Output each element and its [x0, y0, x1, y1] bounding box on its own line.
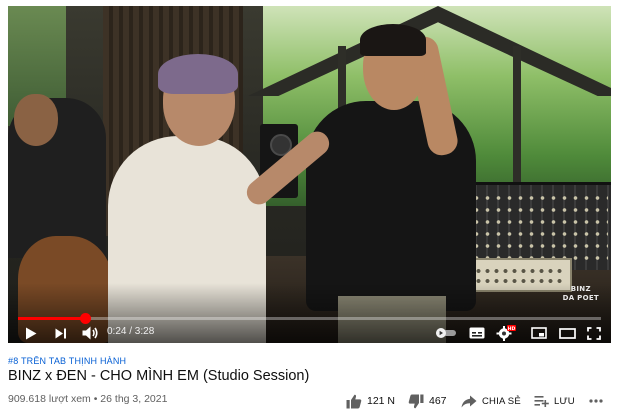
- play-icon: [26, 327, 37, 339]
- dislike-count: 467: [429, 395, 447, 407]
- video-title: BINZ x ĐEN - CHO MÌNH EM (Studio Session…: [8, 368, 310, 384]
- more-actions-button[interactable]: [589, 392, 603, 410]
- next-button[interactable]: [53, 324, 69, 342]
- play-button[interactable]: [22, 324, 40, 342]
- channel-watermark: BINZ DA POET: [563, 285, 599, 303]
- miniplayer-button[interactable]: [529, 324, 549, 342]
- settings-button[interactable]: HD: [495, 324, 517, 342]
- captions-icon: [469, 327, 485, 339]
- volume-button[interactable]: [80, 324, 100, 342]
- progress-bar[interactable]: [18, 313, 601, 324]
- progress-played: [18, 317, 86, 320]
- time-display: 0:24 / 3:28: [107, 326, 155, 337]
- next-icon: [55, 328, 66, 338]
- action-bar: 121 N 467 CHIA SẺ LƯU: [0, 392, 620, 412]
- save-label: LƯU: [554, 395, 575, 407]
- video-player[interactable]: BINZ DA POET 0:24 / 3:28 HD: [8, 6, 611, 343]
- add-to-playlist-icon: [534, 395, 549, 407]
- fullscreen-button[interactable]: [584, 324, 604, 342]
- share-icon: [461, 395, 477, 407]
- dislike-button[interactable]: 467: [408, 392, 447, 410]
- trending-tag-link[interactable]: #8 TRÊN TAB THỊNH HÀNH: [8, 356, 126, 366]
- like-count: 121 N: [367, 395, 396, 407]
- watermark-line2: DA POET: [562, 294, 599, 302]
- fullscreen-icon: [587, 326, 601, 340]
- theater-mode-button[interactable]: [557, 324, 577, 342]
- captions-button[interactable]: [467, 324, 487, 342]
- share-label: CHIA SẺ: [482, 395, 521, 407]
- player-controls: 0:24 / 3:28 HD: [8, 322, 611, 343]
- frame-person-mid-hat: [158, 54, 238, 94]
- share-button[interactable]: CHIA SẺ: [461, 392, 521, 410]
- frame-person-right-hair: [360, 24, 426, 56]
- more-icon: [589, 399, 603, 403]
- watermark-line1: BINZ: [570, 285, 591, 293]
- thumbs-up-icon: [346, 394, 362, 408]
- thumbs-down-icon: [408, 394, 424, 408]
- autoplay-toggle[interactable]: [434, 324, 458, 342]
- volume-icon: [82, 326, 98, 340]
- autoplay-toggle-icon: [436, 328, 456, 338]
- theater-mode-icon: [558, 327, 576, 339]
- save-button[interactable]: LƯU: [534, 392, 575, 410]
- frame-person-left-head: [14, 94, 58, 146]
- video-frame[interactable]: [8, 6, 611, 343]
- miniplayer-icon: [531, 327, 547, 339]
- settings-gear-icon: HD: [496, 325, 516, 341]
- like-button[interactable]: 121 N: [346, 392, 395, 410]
- settings-badge: HD: [508, 326, 516, 332]
